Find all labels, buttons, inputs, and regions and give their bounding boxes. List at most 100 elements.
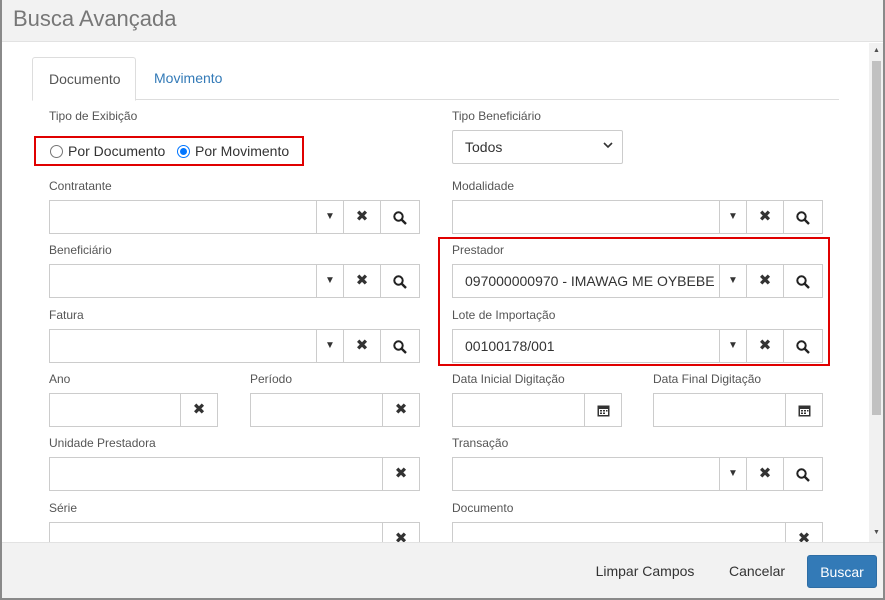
search-icon bbox=[796, 338, 810, 354]
caret-down-icon: ▼ bbox=[728, 468, 738, 479]
tab-movimento[interactable]: Movimento bbox=[138, 57, 238, 101]
transacao-caret-button[interactable]: ▼ bbox=[719, 457, 747, 491]
scroll-up-arrow-icon[interactable]: ▲ bbox=[872, 47, 881, 55]
transacao-input[interactable] bbox=[452, 457, 720, 491]
unidade-prestadora-input[interactable] bbox=[49, 457, 383, 491]
modalidade-input[interactable] bbox=[452, 200, 720, 234]
unidade-prestadora-label: Unidade Prestadora bbox=[49, 436, 156, 450]
close-icon: ✖ bbox=[394, 530, 408, 542]
search-icon bbox=[393, 273, 407, 289]
prestador-caret-button[interactable]: ▼ bbox=[719, 264, 747, 298]
transacao-search-button[interactable] bbox=[783, 457, 823, 491]
tipo-exibicao-highlight bbox=[34, 136, 304, 166]
fatura-clear-button[interactable]: ✖ bbox=[343, 329, 381, 363]
unidade-prestadora-field: ✖ bbox=[49, 457, 421, 491]
modalidade-search-button[interactable] bbox=[783, 200, 823, 234]
search-icon bbox=[393, 338, 407, 354]
search-icon bbox=[393, 209, 407, 225]
unidade-prestadora-clear-button[interactable]: ✖ bbox=[382, 457, 420, 491]
contratante-search-button[interactable] bbox=[380, 200, 420, 234]
serie-field: ✖ bbox=[49, 522, 421, 542]
close-icon: ✖ bbox=[355, 337, 369, 354]
documento-clear-button[interactable]: ✖ bbox=[785, 522, 823, 542]
calendar-icon bbox=[798, 401, 811, 418]
beneficiario-clear-button[interactable]: ✖ bbox=[343, 264, 381, 298]
prestador-clear-button[interactable]: ✖ bbox=[746, 264, 784, 298]
periodo-field: ✖ bbox=[250, 393, 421, 427]
modalidade-caret-button[interactable]: ▼ bbox=[719, 200, 747, 234]
close-icon: ✖ bbox=[758, 272, 772, 289]
prestador-input[interactable]: 097000000970 - IMAWAG ME OYBEBE bbox=[452, 264, 720, 298]
ano-clear-button[interactable]: ✖ bbox=[180, 393, 218, 427]
contratante-clear-button[interactable]: ✖ bbox=[343, 200, 381, 234]
close-icon: ✖ bbox=[758, 208, 772, 225]
caret-down-icon: ▼ bbox=[728, 340, 738, 351]
data-inicial-field bbox=[452, 393, 623, 427]
tab-documento[interactable]: Documento bbox=[32, 57, 136, 101]
calendar-icon bbox=[597, 401, 610, 418]
close-icon: ✖ bbox=[394, 465, 408, 482]
close-icon: ✖ bbox=[797, 530, 811, 542]
fatura-search-button[interactable] bbox=[380, 329, 420, 363]
modal-body-scrollbar[interactable]: ▲ ▼ bbox=[869, 43, 883, 542]
fatura-input[interactable] bbox=[49, 329, 317, 363]
data-inicial-calendar-button[interactable] bbox=[584, 393, 622, 427]
buscar-button[interactable]: Buscar bbox=[807, 555, 877, 588]
tipo-beneficiario-label: Tipo Beneficiário bbox=[452, 109, 541, 123]
scroll-down-arrow-icon[interactable]: ▼ bbox=[872, 529, 881, 537]
cancel-button[interactable]: Cancelar bbox=[716, 555, 798, 588]
ano-input[interactable] bbox=[49, 393, 181, 427]
beneficiario-label: Beneficiário bbox=[49, 243, 112, 257]
prestador-search-button[interactable] bbox=[783, 264, 823, 298]
beneficiario-search-button[interactable] bbox=[380, 264, 420, 298]
periodo-label: Período bbox=[250, 372, 293, 386]
chevron-down-icon bbox=[602, 139, 614, 151]
search-icon bbox=[796, 466, 810, 482]
lote-importacao-search-button[interactable] bbox=[783, 329, 823, 363]
transacao-label: Transação bbox=[452, 436, 509, 450]
modalidade-clear-button[interactable]: ✖ bbox=[746, 200, 784, 234]
close-icon: ✖ bbox=[355, 208, 369, 225]
data-final-input[interactable] bbox=[653, 393, 786, 427]
data-final-calendar-button[interactable] bbox=[785, 393, 823, 427]
data-final-field bbox=[653, 393, 824, 427]
lote-importacao-clear-button[interactable]: ✖ bbox=[746, 329, 784, 363]
periodo-input[interactable] bbox=[250, 393, 383, 427]
tipo-beneficiario-value: Todos bbox=[465, 139, 503, 155]
close-icon: ✖ bbox=[355, 272, 369, 289]
fatura-field: ▼ ✖ bbox=[49, 329, 421, 363]
fatura-caret-button[interactable]: ▼ bbox=[316, 329, 344, 363]
prestador-label: Prestador bbox=[452, 243, 505, 257]
contratante-input[interactable] bbox=[49, 200, 317, 234]
serie-clear-button[interactable]: ✖ bbox=[382, 522, 420, 542]
documento-label: Documento bbox=[452, 501, 514, 515]
ano-label: Ano bbox=[49, 372, 71, 386]
advanced-search-modal: Busca Avançada Documento Movimento Tipo … bbox=[2, 0, 883, 598]
beneficiario-field: ▼ ✖ bbox=[49, 264, 421, 298]
serie-input[interactable] bbox=[49, 522, 383, 542]
lote-importacao-caret-button[interactable]: ▼ bbox=[719, 329, 747, 363]
documento-input[interactable] bbox=[452, 522, 786, 542]
beneficiario-input[interactable] bbox=[49, 264, 317, 298]
transacao-clear-button[interactable]: ✖ bbox=[746, 457, 784, 491]
scrollbar-thumb[interactable] bbox=[872, 61, 881, 415]
search-icon bbox=[796, 273, 810, 289]
prestador-field: 097000000970 - IMAWAG ME OYBEBE ▼ ✖ bbox=[452, 264, 824, 298]
close-icon: ✖ bbox=[192, 401, 206, 418]
data-final-label: Data Final Digitação bbox=[653, 372, 762, 386]
contratante-caret-button[interactable]: ▼ bbox=[316, 200, 344, 234]
transacao-field: ▼ ✖ bbox=[452, 457, 824, 491]
data-inicial-label: Data Inicial Digitação bbox=[452, 372, 565, 386]
data-inicial-input[interactable] bbox=[452, 393, 585, 427]
contratante-label: Contratante bbox=[49, 179, 112, 193]
contratante-field: ▼ ✖ bbox=[49, 200, 421, 234]
limpar-campos-button[interactable]: Limpar Campos bbox=[582, 555, 708, 588]
close-icon: ✖ bbox=[758, 465, 772, 482]
caret-down-icon: ▼ bbox=[728, 275, 738, 286]
close-icon: ✖ bbox=[758, 337, 772, 354]
lote-importacao-input[interactable]: 00100178/001 bbox=[452, 329, 720, 363]
periodo-clear-button[interactable]: ✖ bbox=[382, 393, 420, 427]
beneficiario-caret-button[interactable]: ▼ bbox=[316, 264, 344, 298]
modalidade-field: ▼ ✖ bbox=[452, 200, 824, 234]
tipo-beneficiario-select[interactable]: Todos bbox=[452, 130, 623, 164]
